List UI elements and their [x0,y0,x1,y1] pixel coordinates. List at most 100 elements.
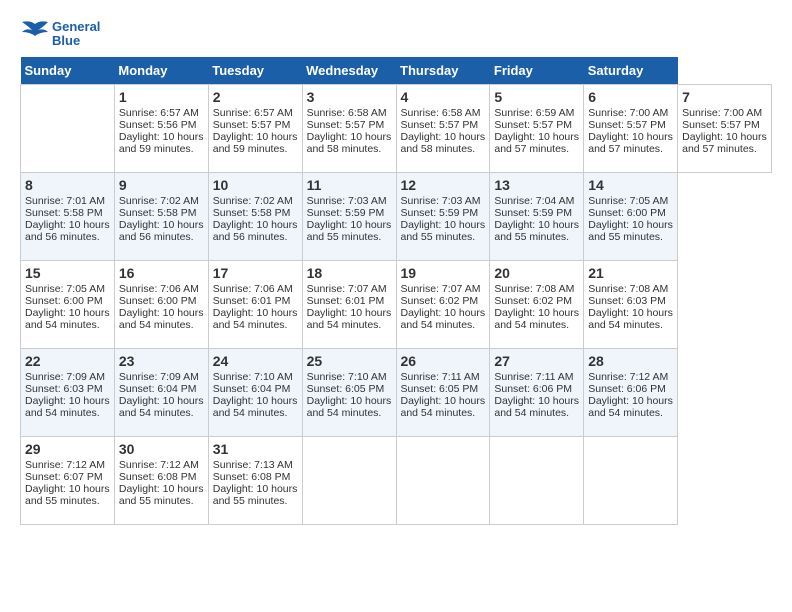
daylight-text: Daylight: 10 hours and 57 minutes. [494,131,579,155]
daylight-text: Daylight: 10 hours and 54 minutes. [588,307,673,331]
sunset-text: Sunset: 6:03 PM [25,383,103,395]
day-number: 29 [25,441,110,457]
sunrise-text: Sunrise: 6:58 AM [401,107,481,119]
daylight-text: Daylight: 10 hours and 55 minutes. [25,483,110,507]
calendar-cell: 10Sunrise: 7:02 AMSunset: 5:58 PMDayligh… [208,172,302,260]
sunset-text: Sunset: 6:03 PM [588,295,666,307]
sunrise-text: Sunrise: 7:12 AM [119,459,199,471]
calendar-cell: 19 Sunrise: 7:07 AMSunset: 6:02 PMDayligh… [396,260,490,348]
day-number: 19 [401,265,486,281]
sunset-text: Sunset: 5:57 PM [588,119,666,131]
day-header-saturday: Saturday [584,57,678,85]
calendar-cell: 30 Sunrise: 7:12 AMSunset: 6:08 PMDayligh… [114,436,208,524]
sunset-text: Sunset: 5:56 PM [119,119,197,131]
sunrise-text: Sunrise: 7:10 AM [307,371,387,383]
daylight-text: Daylight: 10 hours and 55 minutes. [588,219,673,243]
calendar-cell: 5Sunrise: 6:59 AMSunset: 5:57 PMDaylight… [490,84,584,172]
sunrise-text: Sunrise: 7:07 AM [401,283,481,295]
day-number: 26 [401,353,486,369]
calendar-cell: 26Sunrise: 7:11 AMSunset: 6:05 PMDayligh… [396,348,490,436]
daylight-text: Daylight: 10 hours and 55 minutes. [494,219,579,243]
daylight-text: Daylight: 10 hours and 55 minutes. [401,219,486,243]
calendar-cell: 12Sunrise: 7:03 AMSunset: 5:59 PMDayligh… [396,172,490,260]
sunset-text: Sunset: 6:00 PM [588,207,666,219]
calendar-cell: 27Sunrise: 7:11 AMSunset: 6:06 PMDayligh… [490,348,584,436]
daylight-text: Daylight: 10 hours and 54 minutes. [494,307,579,331]
daylight-text: Daylight: 10 hours and 58 minutes. [307,131,392,155]
day-header-friday: Friday [490,57,584,85]
sunrise-text: Sunrise: 7:06 AM [213,283,293,295]
daylight-text: Daylight: 10 hours and 54 minutes. [25,307,110,331]
daylight-text: Daylight: 10 hours and 59 minutes. [213,131,298,155]
day-number: 24 [213,353,298,369]
sunset-text: Sunset: 6:06 PM [588,383,666,395]
calendar-cell [490,436,584,524]
calendar-cell [584,436,678,524]
week-row-2: 8Sunrise: 7:01 AMSunset: 5:58 PMDaylight… [21,172,772,260]
sunset-text: Sunset: 6:02 PM [494,295,572,307]
header-row: SundayMondayTuesdayWednesdayThursdayFrid… [21,57,772,85]
calendar-cell: 29Sunrise: 7:12 AMSunset: 6:07 PMDayligh… [21,436,115,524]
sunset-text: Sunset: 6:01 PM [213,295,291,307]
calendar-cell: 14 Sunrise: 7:05 AMSunset: 6:00 PMDayligh… [584,172,678,260]
calendar-cell: 24Sunrise: 7:10 AMSunset: 6:04 PMDayligh… [208,348,302,436]
sunset-text: Sunset: 5:57 PM [307,119,385,131]
day-number: 14 [588,177,673,193]
sunset-text: Sunset: 5:59 PM [307,207,385,219]
day-number: 20 [494,265,579,281]
day-number: 3 [307,89,392,105]
sunrise-text: Sunrise: 7:12 AM [588,371,668,383]
sunrise-text: Sunrise: 7:01 AM [25,195,105,207]
calendar-cell: 15Sunrise: 7:05 AMSunset: 6:00 PMDayligh… [21,260,115,348]
sunset-text: Sunset: 6:07 PM [25,471,103,483]
daylight-text: Daylight: 10 hours and 54 minutes. [119,395,204,419]
sunrise-text: Sunrise: 7:10 AM [213,371,293,383]
sunset-text: Sunset: 6:04 PM [213,383,291,395]
sunset-text: Sunset: 6:08 PM [119,471,197,483]
daylight-text: Daylight: 10 hours and 54 minutes. [401,307,486,331]
daylight-text: Daylight: 10 hours and 55 minutes. [119,483,204,507]
daylight-text: Daylight: 10 hours and 54 minutes. [307,395,392,419]
day-number: 16 [119,265,204,281]
sunset-text: Sunset: 5:59 PM [401,207,479,219]
sunrise-text: Sunrise: 7:13 AM [213,459,293,471]
daylight-text: Daylight: 10 hours and 59 minutes. [119,131,204,155]
page-header: General Blue [20,20,772,49]
sunset-text: Sunset: 6:02 PM [401,295,479,307]
calendar-cell [302,436,396,524]
daylight-text: Daylight: 10 hours and 54 minutes. [119,307,204,331]
sunrise-text: Sunrise: 7:04 AM [494,195,574,207]
day-header-wednesday: Wednesday [302,57,396,85]
daylight-text: Daylight: 10 hours and 54 minutes. [213,307,298,331]
week-row-3: 15Sunrise: 7:05 AMSunset: 6:00 PMDayligh… [21,260,772,348]
day-number: 15 [25,265,110,281]
daylight-text: Daylight: 10 hours and 54 minutes. [494,395,579,419]
sunrise-text: Sunrise: 7:08 AM [494,283,574,295]
sunset-text: Sunset: 6:00 PM [25,295,103,307]
day-number: 11 [307,177,392,193]
sunrise-text: Sunrise: 7:05 AM [588,195,668,207]
day-header-thursday: Thursday [396,57,490,85]
day-number: 4 [401,89,486,105]
sunset-text: Sunset: 5:58 PM [213,207,291,219]
daylight-text: Daylight: 10 hours and 56 minutes. [213,219,298,243]
day-number: 18 [307,265,392,281]
calendar-cell: 6Sunrise: 7:00 AMSunset: 5:57 PMDaylight… [584,84,678,172]
day-number: 10 [213,177,298,193]
sunrise-text: Sunrise: 7:11 AM [401,371,480,383]
calendar-cell: 20 Sunrise: 7:08 AMSunset: 6:02 PMDayligh… [490,260,584,348]
calendar-cell: 3Sunrise: 6:58 AMSunset: 5:57 PMDaylight… [302,84,396,172]
day-number: 30 [119,441,204,457]
calendar-cell: 2Sunrise: 6:57 AMSunset: 5:57 PMDaylight… [208,84,302,172]
sunrise-text: Sunrise: 7:03 AM [307,195,387,207]
calendar-cell: 21Sunrise: 7:08 AMSunset: 6:03 PMDayligh… [584,260,678,348]
day-number: 22 [25,353,110,369]
daylight-text: Daylight: 10 hours and 54 minutes. [401,395,486,419]
day-number: 5 [494,89,579,105]
sunset-text: Sunset: 6:00 PM [119,295,197,307]
calendar-cell: 8Sunrise: 7:01 AMSunset: 5:58 PMDaylight… [21,172,115,260]
day-number: 2 [213,89,298,105]
sunrise-text: Sunrise: 7:09 AM [119,371,199,383]
sunset-text: Sunset: 6:08 PM [213,471,291,483]
week-row-1: 1Sunrise: 6:57 AMSunset: 5:56 PMDaylight… [21,84,772,172]
